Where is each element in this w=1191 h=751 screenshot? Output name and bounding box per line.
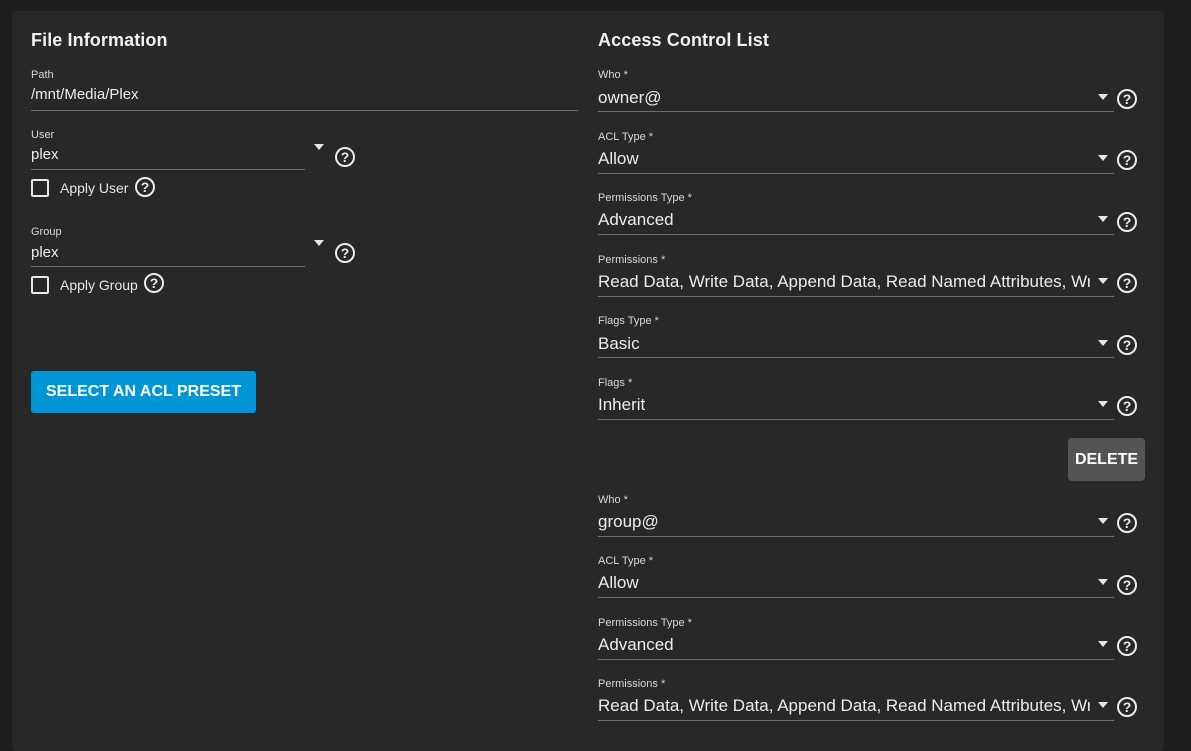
acl-entry-1-permissions-type-value: Advanced: [598, 210, 674, 229]
acl-entry-1-permissions-type-select[interactable]: Permissions Type * Advanced: [598, 189, 1118, 235]
acl-entry-2-permissions-value: Read Data, Write Data, Append Data, Read…: [598, 696, 1090, 715]
path-label: Path: [31, 69, 54, 81]
select-acl-preset-button[interactable]: SELECT AN ACL PRESET: [31, 371, 256, 413]
acl-entry-1-flags-type-help-circle-icon[interactable]: ?: [1117, 335, 1137, 355]
acl-entry-1-flags-caret-down-icon[interactable]: [1098, 401, 1108, 407]
group-label: Group: [31, 226, 62, 238]
acl-entry-1-who-value: owner@: [598, 88, 662, 107]
access-control-list-title: Access Control List: [598, 30, 769, 50]
acl-entry-1-permissions-select[interactable]: Permissions * Read Data, Write Data, App…: [598, 251, 1118, 297]
acl-entry-1-flags-select[interactable]: Flags * Inherit: [598, 374, 1118, 420]
acl-entry-1-who-underline: [598, 111, 1114, 112]
acl-entry-1-permissions-label: Permissions *: [598, 254, 666, 266]
acl-entry-2-permissions-help-circle-icon[interactable]: ?: [1117, 697, 1137, 717]
acl-entry-1-acl-type-label: ACL Type *: [598, 131, 654, 143]
acl-entry-1-acl-type-underline: [598, 173, 1114, 174]
group-value: plex: [31, 244, 59, 261]
acl-entry-2-permissions-select[interactable]: Permissions * Read Data, Write Data, App…: [598, 675, 1118, 721]
apply-group-checkbox[interactable]: [31, 276, 49, 294]
acl-entry-2-permissions-label: Permissions *: [598, 678, 666, 690]
acl-entry-2-acl-type-value: Allow: [598, 573, 639, 592]
acl-entry-2-who-help-circle-icon[interactable]: ?: [1117, 513, 1137, 533]
acl-entry-1-flags-type-caret-down-icon[interactable]: [1098, 340, 1108, 346]
acl-entry-1-permissions-type-help-circle-icon[interactable]: ?: [1117, 212, 1137, 232]
acl-entry-2-who-label: Who *: [598, 494, 628, 506]
acl-entry-2-who-underline: [598, 536, 1114, 537]
path-underline: [31, 110, 578, 111]
acl-entry-2-permissions-caret-down-icon[interactable]: [1098, 702, 1108, 708]
acl-entry-1-permissions-value: Read Data, Write Data, Append Data, Read…: [598, 272, 1090, 291]
acl-entry-2-permissions-type-value: Advanced: [598, 635, 674, 654]
acl-entry-1-permissions-type-caret-down-icon[interactable]: [1098, 216, 1108, 222]
acl-entry-2-acl-type-underline: [598, 597, 1114, 598]
user-help-circle-icon[interactable]: ?: [335, 147, 355, 167]
acl-entry-1-permissions-underline: [598, 296, 1114, 297]
acl-entry-1-permissions-type-underline: [598, 234, 1114, 235]
group-help-circle-icon[interactable]: ?: [335, 243, 355, 263]
acl-entry-1-flags-label: Flags *: [598, 377, 633, 389]
acl-entry-1-flags-type-value: Basic: [598, 334, 640, 353]
acl-entry-1-permissions-help-circle-icon[interactable]: ?: [1117, 273, 1137, 293]
user-caret-down-icon[interactable]: [314, 144, 324, 150]
acl-entry-2-permissions-underline: [598, 720, 1114, 721]
acl-entry-1-who-help-circle-icon[interactable]: ?: [1117, 89, 1137, 109]
acl-entry-2-permissions-type-select[interactable]: Permissions Type * Advanced: [598, 614, 1118, 660]
acl-entry-2-who-select[interactable]: Who * group@: [598, 491, 1118, 537]
acl-entry-1-acl-type-help-circle-icon[interactable]: ?: [1117, 150, 1137, 170]
acl-entry-2-permissions-type-underline: [598, 659, 1114, 660]
acl-entry-1-flags-type-underline: [598, 357, 1114, 358]
acl-entry-1-who-label: Who *: [598, 69, 628, 81]
acl-entry-1-permissions-caret-down-icon[interactable]: [1098, 278, 1108, 284]
acl-entry-1-who-select[interactable]: Who * owner@: [598, 66, 1118, 112]
user-select[interactable]: User plex: [31, 126, 331, 170]
acl-entry-1-acl-type-value: Allow: [598, 149, 639, 168]
acl-entry-2-acl-type-select[interactable]: ACL Type * Allow: [598, 552, 1118, 598]
user-label: User: [31, 129, 55, 141]
acl-entry-1-who-caret-down-icon[interactable]: [1098, 94, 1108, 100]
group-underline: [31, 266, 305, 267]
path-value: /mnt/Media/Plex: [31, 86, 139, 103]
user-value: plex: [31, 146, 59, 163]
file-information-title: File Information: [31, 30, 168, 50]
acl-entry-2-permissions-type-help-circle-icon[interactable]: ?: [1117, 636, 1137, 656]
acl-entry-1-flags-help-circle-icon[interactable]: ?: [1117, 396, 1137, 416]
acl-entry-2-permissions-type-label: Permissions Type *: [598, 617, 692, 629]
acl-entry-1-flags-type-label: Flags Type *: [598, 315, 659, 327]
acl-entry-2-permissions-type-caret-down-icon[interactable]: [1098, 641, 1108, 647]
acl-entry-2-acl-type-label: ACL Type *: [598, 555, 654, 567]
acl-entry-1-flags-underline: [598, 419, 1114, 420]
apply-group-help-circle-icon[interactable]: ?: [144, 273, 164, 293]
acl-entry-1-acl-type-select[interactable]: ACL Type * Allow: [598, 128, 1118, 174]
acl-entry-1-flags-value: Inherit: [598, 395, 646, 414]
acl-entry-1-acl-type-caret-down-icon[interactable]: [1098, 155, 1108, 161]
acl-entry-2-acl-type-caret-down-icon[interactable]: [1098, 579, 1108, 585]
apply-user-label[interactable]: Apply User: [60, 180, 128, 196]
acl-entry-2-who-value: group@: [598, 512, 659, 531]
acl-entry-1-delete-button[interactable]: DELETE: [1068, 438, 1145, 481]
acl-entry-1-permissions-type-label: Permissions Type *: [598, 192, 692, 204]
apply-user-help-circle-icon[interactable]: ?: [135, 177, 155, 197]
group-caret-down-icon[interactable]: [314, 240, 324, 246]
apply-group-label[interactable]: Apply Group: [60, 277, 138, 293]
user-underline: [31, 169, 305, 170]
apply-user-checkbox[interactable]: [31, 179, 49, 197]
acl-entry-2-acl-type-help-circle-icon[interactable]: ?: [1117, 575, 1137, 595]
acl-entry-1-flags-type-select[interactable]: Flags Type * Basic: [598, 312, 1118, 358]
group-select[interactable]: Group plex: [31, 223, 331, 267]
acl-entry-2-who-caret-down-icon[interactable]: [1098, 518, 1108, 524]
